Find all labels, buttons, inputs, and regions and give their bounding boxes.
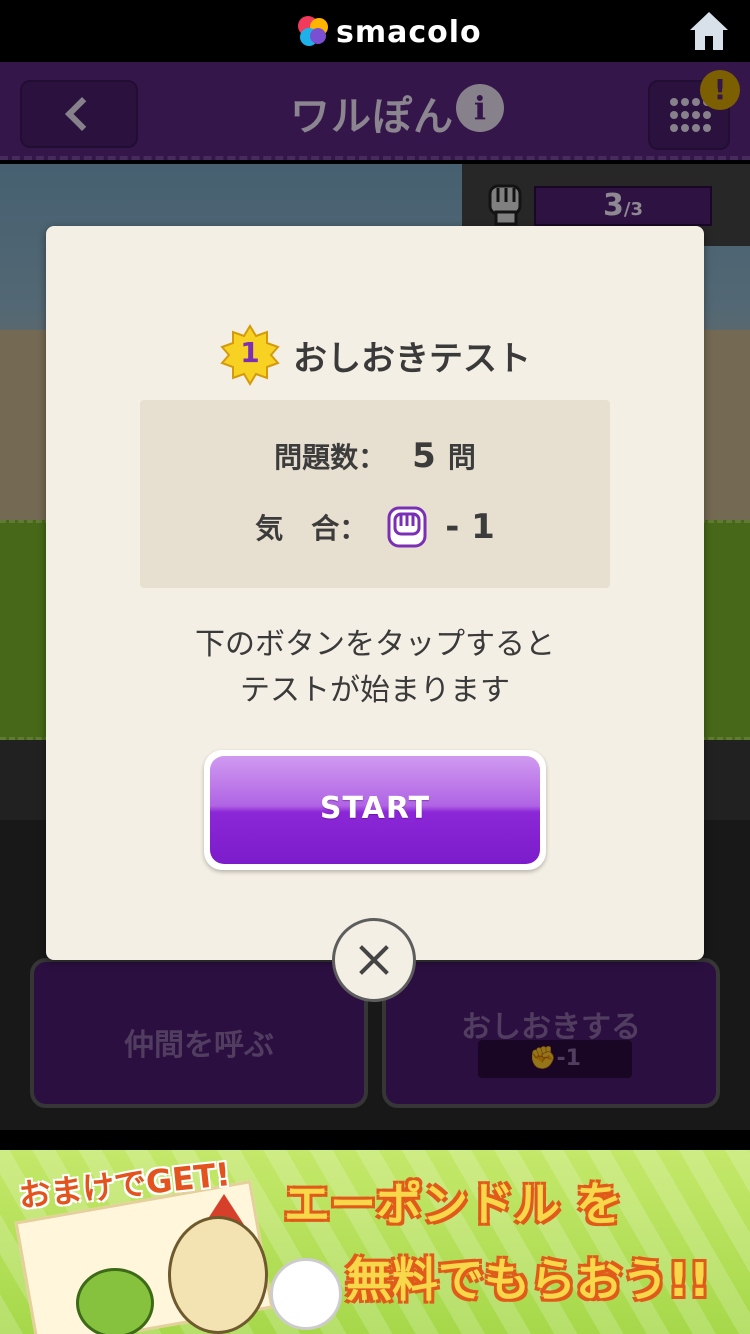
modal-title: 1 おしおきテスト	[46, 324, 704, 386]
modal-description: 下のボタンをタップすると テストが始まります	[46, 622, 704, 714]
test-modal: 1 おしおきテスト 問題数： 5 問 気 合： - 1 下のボタンをタップすると…	[46, 226, 704, 960]
fluffy-character-illustration	[270, 1258, 342, 1330]
spirit-value: - 1	[445, 507, 495, 547]
questions-row: 問題数： 5 問	[140, 436, 610, 476]
fist-icon	[387, 506, 427, 548]
description-line-1: 下のボタンをタップすると	[195, 627, 555, 662]
home-icon[interactable]	[688, 10, 730, 52]
green-character-illustration	[76, 1268, 154, 1334]
brand: smacolo	[298, 14, 482, 50]
ad-headline-2: 無料でもらおう!!	[346, 1253, 710, 1307]
test-info-box: 問題数： 5 問 気 合： - 1	[140, 400, 610, 588]
ad-headline-1: エーポンドル を	[284, 1177, 623, 1231]
questions-unit: 問	[447, 441, 476, 474]
questions-label: 問題数：	[274, 441, 387, 474]
level-badge: 1	[219, 324, 281, 386]
spirit-row: 気 合： - 1	[140, 504, 610, 550]
close-button[interactable]	[332, 918, 416, 1002]
spirit-label: 気 合：	[255, 512, 368, 545]
brand-name: smacolo	[336, 14, 482, 50]
old-man-character-illustration	[168, 1216, 268, 1334]
ad-banner[interactable]: おまけでGET! エーポンドル を 無料でもらおう!!	[0, 1150, 750, 1334]
start-label: START	[210, 756, 540, 864]
start-button[interactable]: START	[204, 750, 546, 870]
modal-title-text: おしおきテスト	[293, 338, 531, 379]
questions-value: 5	[412, 436, 436, 476]
top-status-bar: smacolo	[0, 0, 750, 62]
level-number: 1	[240, 336, 260, 369]
smacolo-logo-icon	[298, 16, 330, 48]
description-line-2: テストが始まります	[240, 673, 510, 708]
